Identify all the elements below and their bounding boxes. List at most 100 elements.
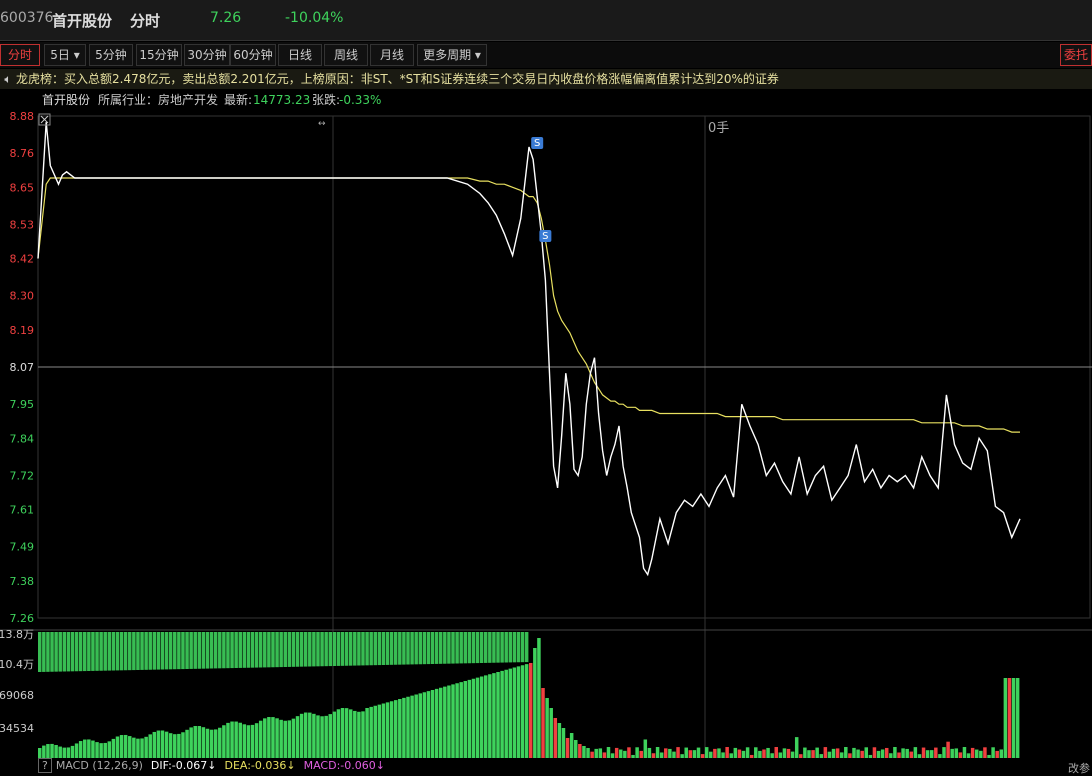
volume-bar xyxy=(373,632,378,666)
volume-bar xyxy=(778,752,783,758)
tab-30min[interactable]: 30分钟 xyxy=(184,44,230,66)
volume-bar xyxy=(569,733,574,758)
volume-bar xyxy=(144,632,148,670)
volume-bar xyxy=(99,632,103,671)
info-latest-value: 14773.23 xyxy=(253,93,311,107)
volume-bar xyxy=(238,722,242,758)
volume-bar xyxy=(250,632,255,668)
volume-bar xyxy=(729,753,733,758)
volume-bar xyxy=(70,632,75,672)
volume-bar xyxy=(946,741,950,758)
volume-bar xyxy=(533,648,537,758)
tab-daily[interactable]: 日线 xyxy=(278,44,322,66)
volume-bar xyxy=(651,753,656,758)
volume-bar xyxy=(901,748,905,758)
price-tick-label: 8.07 xyxy=(10,361,35,374)
tab-monthly[interactable]: 月线 xyxy=(370,44,414,66)
tab-15min[interactable]: 15分钟 xyxy=(136,44,182,66)
volume-bar xyxy=(66,632,71,672)
tab-more-periods[interactable]: 更多周期 ▾ xyxy=(417,44,487,66)
volume-bar xyxy=(263,632,267,668)
volume-bar xyxy=(913,747,918,758)
volume-bar xyxy=(668,748,672,758)
volume-bar xyxy=(655,747,660,758)
volume-bar xyxy=(263,718,267,758)
volume-bar xyxy=(148,734,152,758)
price-axis-labels: 8.88 8.76 8.65 8.53 8.42 8.30 8.19 8.07 7.95 7.84… xyxy=(10,110,35,625)
volume-bar xyxy=(389,632,394,665)
volume-bar xyxy=(128,632,132,671)
volume-bar xyxy=(324,632,328,667)
macd-dif: DIF:-0.067↓ xyxy=(150,759,217,772)
volume-bar xyxy=(201,632,206,669)
volume-bar xyxy=(312,632,316,667)
volume-bar xyxy=(598,748,603,758)
volume-bar xyxy=(242,632,247,668)
intraday-chart[interactable]: 8.88 8.76 8.65 8.53 8.42 8.30 8.19 8.07 7.95 7.84… xyxy=(0,110,1092,760)
macd-label[interactable]: MACD (12,26,9) xyxy=(56,759,143,772)
volume-bar xyxy=(353,710,357,758)
volume-bar xyxy=(954,748,959,758)
volume-bar xyxy=(46,632,50,672)
volume-bar xyxy=(606,747,611,758)
speaker-icon[interactable]: 🔈︎ xyxy=(0,69,16,89)
volume-bar xyxy=(365,708,369,758)
price-tick-label: 8.65 xyxy=(10,181,35,194)
volume-bar xyxy=(74,632,79,672)
info-industry: 所属行业：房地产开发 xyxy=(98,93,219,107)
volume-bar xyxy=(283,632,287,667)
volume-tick-label: 34534 xyxy=(0,722,34,735)
entrust-button[interactable]: 委托 xyxy=(1060,44,1092,66)
volume-bar xyxy=(123,734,128,758)
tab-5day[interactable]: 5日 ▾ xyxy=(44,44,86,66)
volume-bar xyxy=(361,711,365,758)
volume-bar xyxy=(467,679,472,758)
volume-bar xyxy=(136,632,140,670)
tab-intraday[interactable]: 分时 xyxy=(0,44,40,66)
expand-arrows-icon[interactable]: ↔ xyxy=(318,119,326,129)
help-button[interactable]: ? xyxy=(38,758,52,773)
volume-bar xyxy=(369,632,373,666)
tab-60min[interactable]: 60分钟 xyxy=(230,44,276,66)
volume-bar xyxy=(99,743,103,758)
volume-bar xyxy=(500,632,504,663)
volume-bar xyxy=(275,632,279,668)
volume-bar xyxy=(234,632,238,668)
volume-bar xyxy=(844,747,848,758)
volume-bar xyxy=(561,728,566,758)
notice-text: 龙虎榜：买入总额2.478亿元，卖出总额2.201亿元，上榜原因：非ST、*ST… xyxy=(16,72,779,86)
volume-bar xyxy=(479,632,484,663)
tab-weekly[interactable]: 周线 xyxy=(324,44,368,66)
volume-bar xyxy=(438,632,443,664)
volume-bar xyxy=(905,748,909,758)
modify-params-button[interactable]: 改参 xyxy=(1068,760,1090,776)
tab-5min[interactable]: 5分钟 xyxy=(89,44,133,66)
volume-bar xyxy=(242,724,247,758)
volume-bar xyxy=(83,739,87,758)
volume-bar xyxy=(438,687,443,758)
volume-bar xyxy=(839,752,844,758)
volume-bar xyxy=(83,632,87,672)
volume-bar xyxy=(447,685,451,758)
volume-bar xyxy=(459,682,463,758)
volume-bars xyxy=(38,632,1020,758)
volume-bar xyxy=(123,632,128,671)
volume-bar xyxy=(721,752,725,758)
volume-bar xyxy=(942,747,946,758)
price-tick-label: 7.61 xyxy=(10,504,35,517)
volume-bar xyxy=(107,632,112,671)
volume-bar xyxy=(267,632,271,668)
volume-bar xyxy=(398,632,402,665)
volume-bar xyxy=(58,632,62,672)
volume-bar xyxy=(258,720,263,758)
volume-bar xyxy=(876,750,881,758)
volume-bar xyxy=(168,632,173,670)
volume-bar xyxy=(627,747,631,758)
volume-bar xyxy=(70,745,75,758)
volume-bar xyxy=(488,674,492,758)
volume-bar xyxy=(414,632,418,665)
volume-bar xyxy=(222,632,226,669)
volume-bar xyxy=(430,632,435,664)
volume-bar xyxy=(443,632,447,664)
volume-bar xyxy=(250,724,255,758)
